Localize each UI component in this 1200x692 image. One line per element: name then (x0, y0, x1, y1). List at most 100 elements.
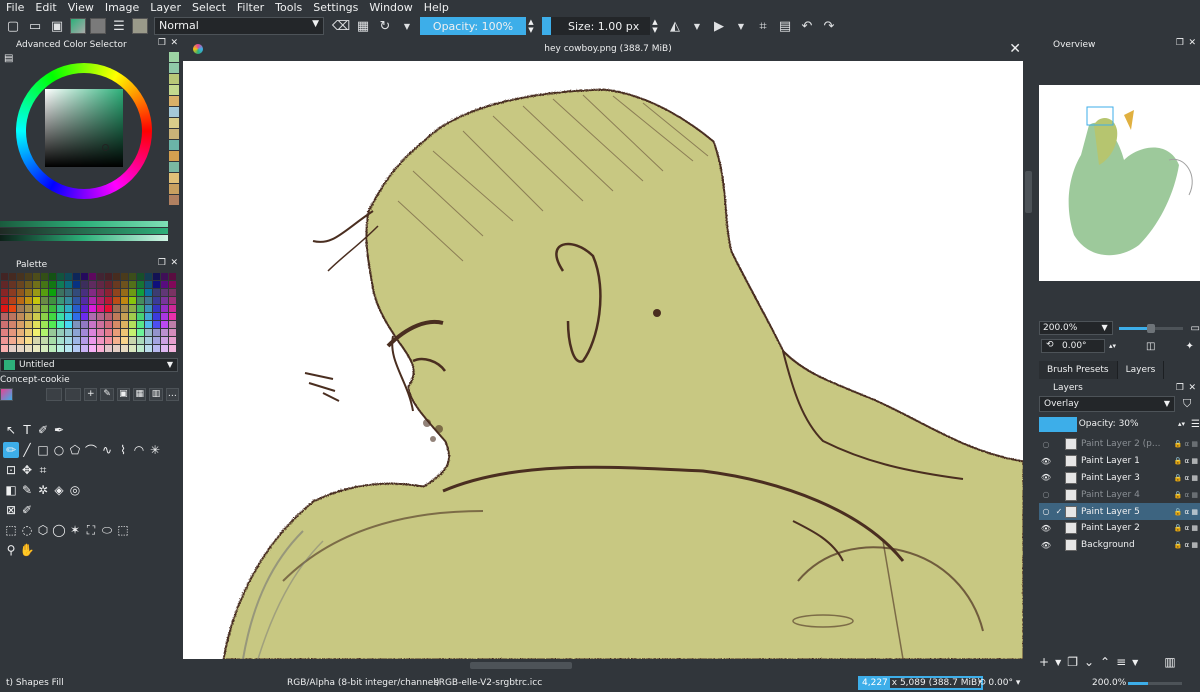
palette-swatch[interactable] (17, 305, 24, 312)
palette-swatch[interactable] (137, 321, 144, 328)
palette-swatch[interactable] (89, 337, 96, 344)
palette-swatch[interactable] (169, 297, 176, 304)
palette-swatch[interactable] (49, 305, 56, 312)
more-icon[interactable]: … (165, 387, 180, 401)
freehand-select-icon[interactable]: ◯ (51, 522, 67, 538)
palette-swatch[interactable] (9, 321, 16, 328)
filter-icon[interactable]: ⛉ (1183, 397, 1191, 411)
chevron-down-icon[interactable]: ▼ (732, 17, 750, 35)
palette-select[interactable]: Untitled ▼ (0, 358, 178, 372)
float-icon[interactable]: ❐ (158, 258, 166, 268)
palette-swatch[interactable] (1, 305, 8, 312)
dynamic-brush-icon[interactable]: ◠ (131, 442, 147, 458)
reload-preset-icon[interactable]: ↻ (376, 17, 394, 35)
layer-blend-mode-select[interactable]: Overlay ▼ (1039, 396, 1175, 412)
palette-swatch[interactable] (17, 289, 24, 296)
palette-swatch[interactable] (17, 345, 24, 352)
redo-icon[interactable]: ↷ (820, 17, 838, 35)
fit-view-icon[interactable]: ▭ (1191, 323, 1200, 334)
palette-swatch[interactable] (89, 321, 96, 328)
palette-swatch[interactable] (33, 289, 40, 296)
palette-swatch[interactable] (49, 289, 56, 296)
close-icon[interactable]: ✕ (1009, 41, 1021, 57)
size-slider[interactable]: Size: 1.00 px (542, 17, 650, 35)
palette-swatch[interactable] (33, 329, 40, 336)
palette-grid-icon[interactable] (0, 387, 14, 401)
palette-swatch[interactable] (121, 297, 128, 304)
layer-lock-icon[interactable]: 🔒 α ▦ (1170, 440, 1200, 448)
palette-field[interactable] (65, 387, 82, 401)
palette-swatch[interactable] (137, 297, 144, 304)
palette-swatch[interactable] (153, 305, 160, 312)
layer-lock-icon[interactable]: 🔒 α ▦ (1170, 457, 1200, 465)
layer-row[interactable]: ○ Paint Layer 2 (p... 🔒 α ▦ (1039, 436, 1200, 453)
palette-swatch[interactable] (9, 289, 16, 296)
menu-window[interactable]: Window (369, 1, 412, 14)
palette-swatch[interactable] (81, 329, 88, 336)
palette-swatch[interactable] (137, 305, 144, 312)
new-document-icon[interactable]: ▢ (4, 17, 22, 35)
palette-swatch[interactable] (137, 329, 144, 336)
save-icon[interactable]: ▣ (116, 387, 131, 401)
text-icon[interactable]: T (19, 422, 35, 438)
palette-swatch[interactable] (25, 345, 32, 352)
palette-swatch[interactable] (113, 329, 120, 336)
pin-icon[interactable]: ✦ (1185, 341, 1193, 352)
menu-help[interactable]: Help (424, 1, 449, 14)
palette-swatch[interactable] (17, 297, 24, 304)
palette-swatch[interactable] (113, 297, 120, 304)
float-icon[interactable]: ❐ (158, 38, 166, 48)
palette-swatch[interactable] (105, 313, 112, 320)
crop-icon[interactable]: ⌗ (35, 462, 51, 478)
edit-shapes-icon[interactable]: ✐ (35, 422, 51, 438)
palette-swatch[interactable] (25, 329, 32, 336)
brush-preset-swatch[interactable] (132, 18, 148, 34)
tab-layers[interactable]: Layers (1117, 361, 1165, 379)
palette-swatch[interactable] (57, 313, 64, 320)
duplicate-layer-icon[interactable]: ❐ (1067, 655, 1078, 669)
palette-swatch[interactable] (41, 273, 48, 280)
palette-swatch[interactable] (9, 273, 16, 280)
palette-swatch[interactable] (161, 321, 168, 328)
palette-swatch[interactable] (33, 297, 40, 304)
polyline-icon[interactable]: ⌒ (83, 442, 99, 458)
palette-swatch[interactable] (113, 273, 120, 280)
palette-swatch[interactable] (161, 337, 168, 344)
palette-swatch[interactable] (161, 281, 168, 288)
ellipse-icon[interactable]: ○ (51, 442, 67, 458)
palette-swatch[interactable] (57, 273, 64, 280)
palette-swatch[interactable] (137, 345, 144, 352)
move-down-icon[interactable]: ⌄ (1084, 655, 1094, 669)
magnetic-select-icon[interactable]: ⬚ (115, 522, 131, 538)
palette-swatch[interactable] (73, 337, 80, 344)
palette-swatch[interactable] (65, 313, 72, 320)
menu-layer[interactable]: Layer (150, 1, 181, 14)
palette-swatch[interactable] (65, 321, 72, 328)
palette-swatch[interactable] (73, 289, 80, 296)
palette-swatch[interactable] (33, 305, 40, 312)
palette-swatch[interactable] (81, 273, 88, 280)
palette-swatch[interactable] (81, 289, 88, 296)
multibrush-icon[interactable]: ✳ (147, 442, 163, 458)
palette-swatch[interactable] (41, 345, 48, 352)
settings-icon[interactable]: ▤ (4, 53, 13, 64)
palette-swatch[interactable] (1, 297, 8, 304)
palette-swatch[interactable] (73, 345, 80, 352)
palette-swatch[interactable] (129, 305, 136, 312)
similar-select-icon[interactable]: ⛶ (83, 522, 99, 538)
calligraphy-icon[interactable]: ✒ (51, 422, 67, 438)
palette-swatch[interactable] (33, 313, 40, 320)
menu-filter[interactable]: Filter (237, 1, 264, 14)
palette-swatch[interactable] (169, 313, 176, 320)
opacity-slider[interactable]: Opacity: 100% (420, 17, 526, 35)
gradient-icon[interactable]: ◧ (3, 482, 19, 498)
fill-icon[interactable]: ◈ (51, 482, 67, 498)
zoom-select[interactable]: 200.0% ▼ (1039, 321, 1113, 335)
hue-sliders[interactable] (0, 221, 168, 241)
palette-swatch[interactable] (145, 321, 152, 328)
palette-swatch[interactable] (65, 273, 72, 280)
palette-swatch[interactable] (25, 321, 32, 328)
wrap-around-icon[interactable]: ▤ (776, 17, 794, 35)
palette-swatch[interactable] (113, 305, 120, 312)
palette-swatch[interactable] (121, 313, 128, 320)
